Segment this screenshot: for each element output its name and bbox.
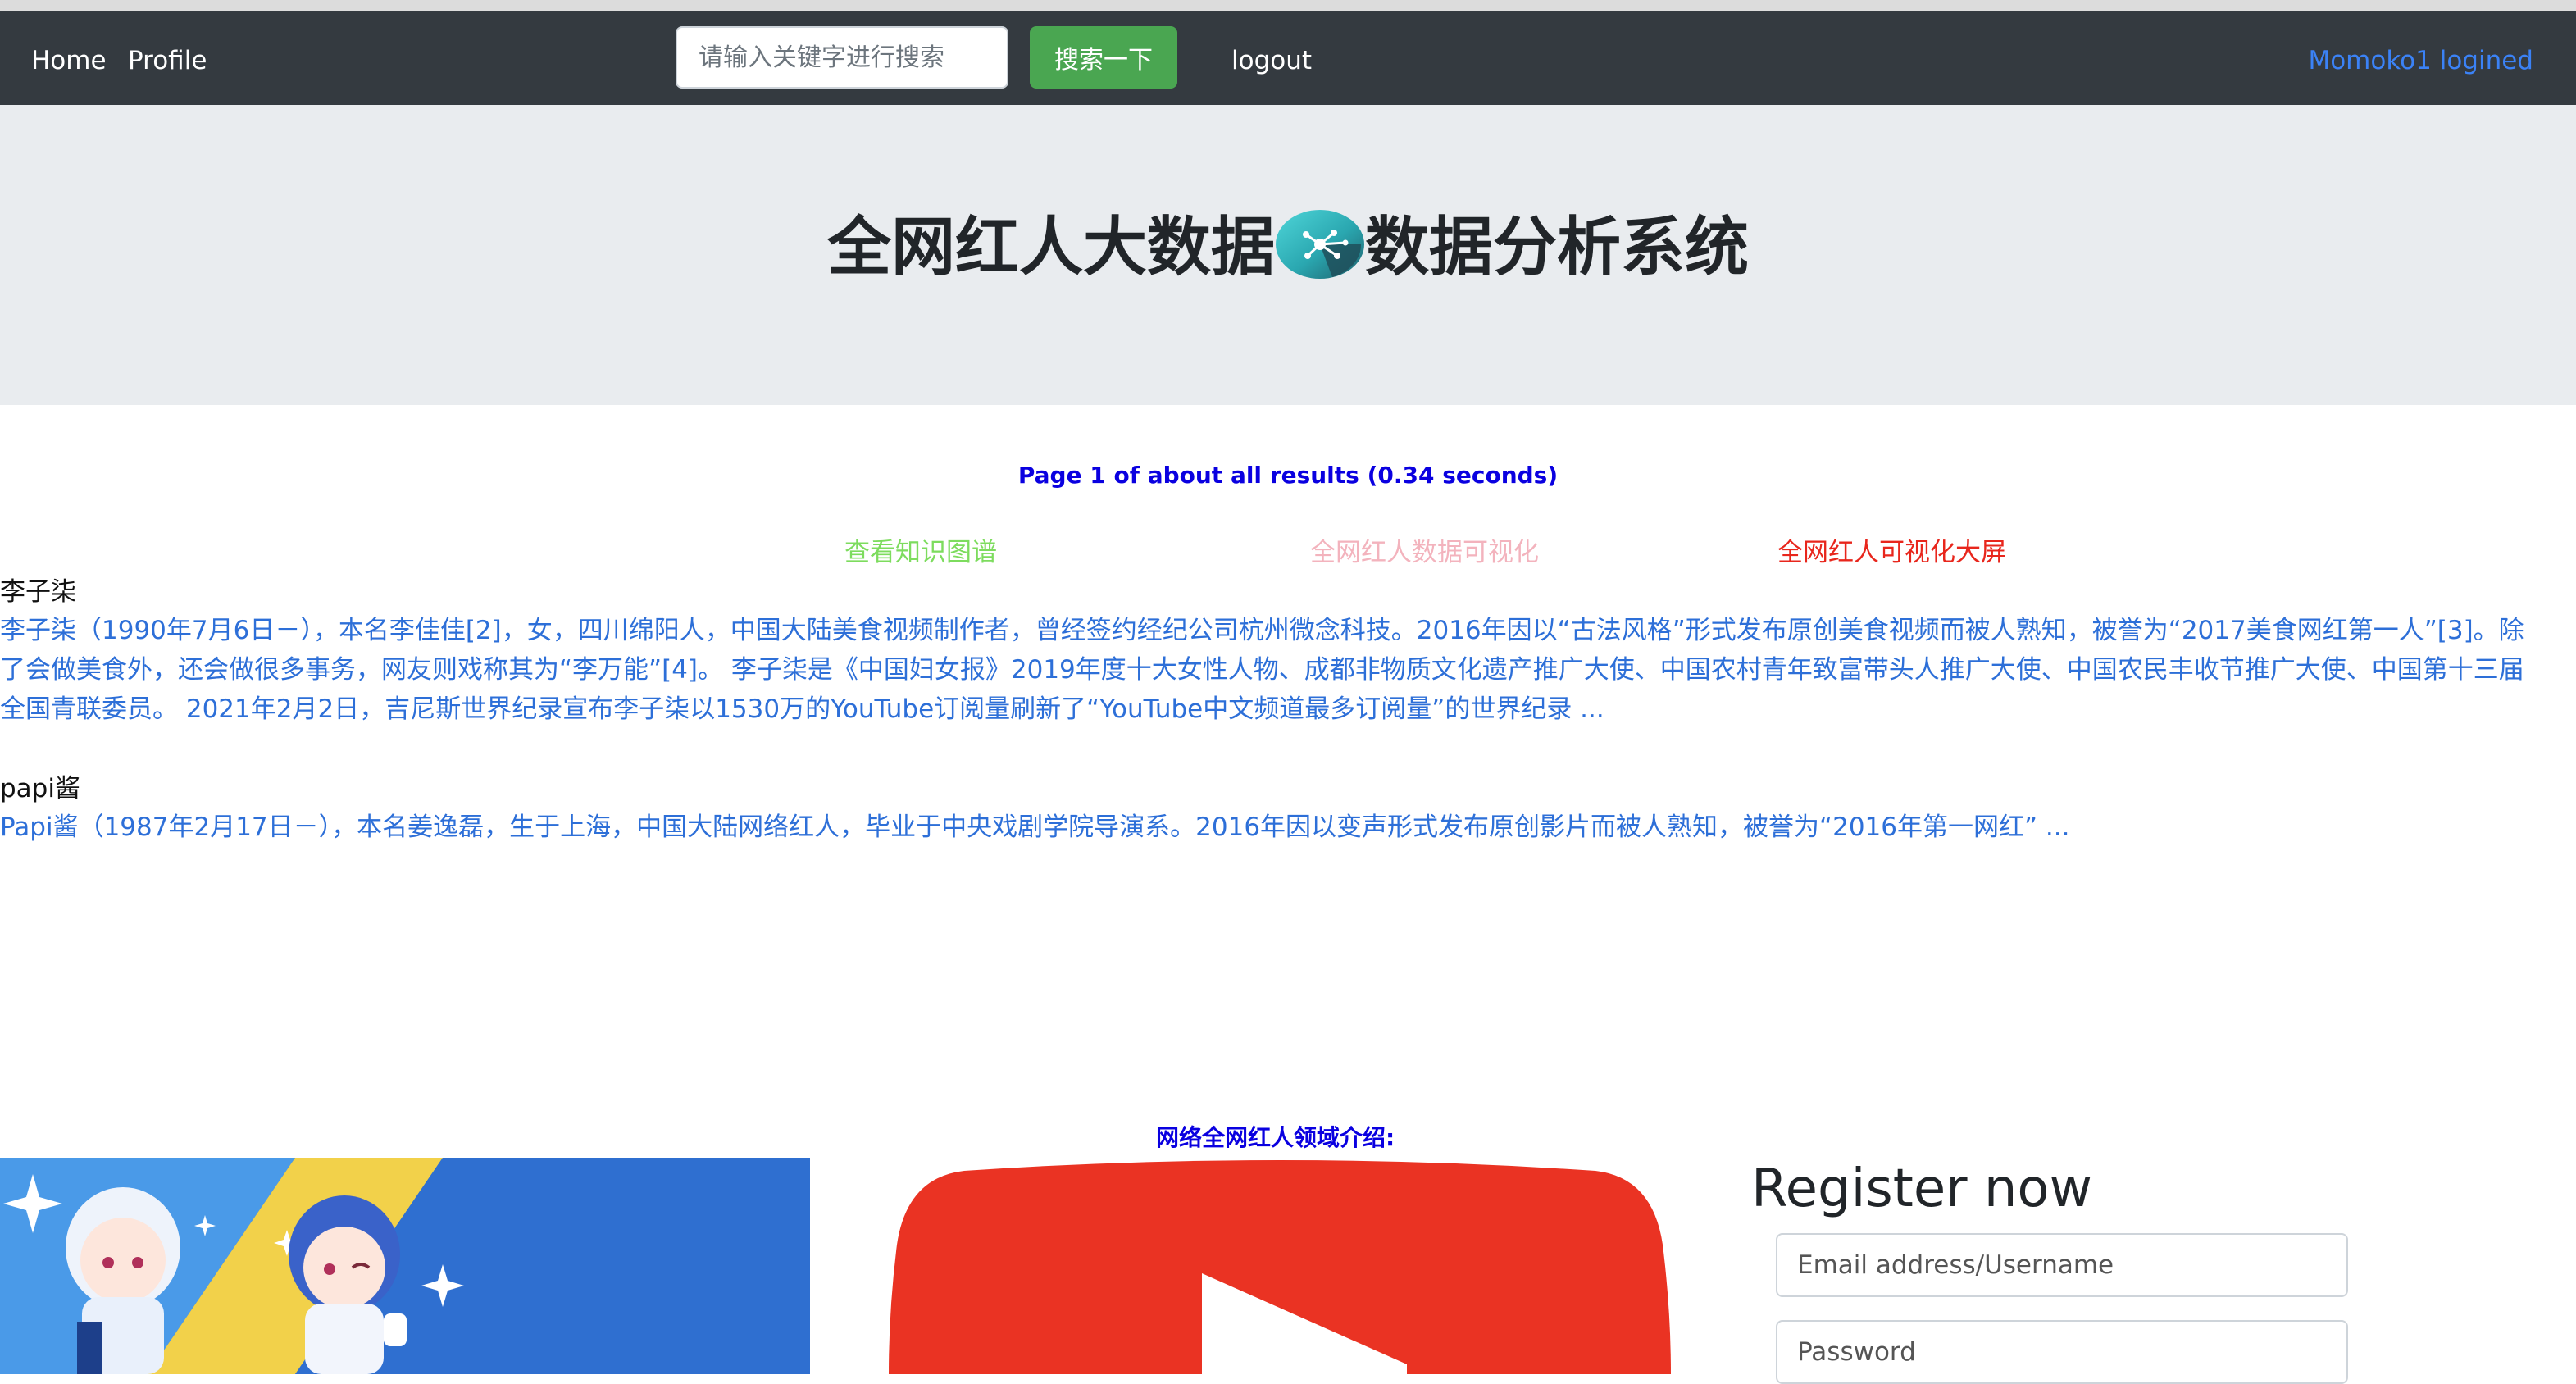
snippet-line: 全国青联委员。 2021年2月2日，吉尼斯世界纪录宣布李子柒以1530万的You… — [0, 694, 1604, 724]
anime-banner-image — [0, 1158, 810, 1374]
knowledge-graph-link[interactable]: 查看知识图谱 — [844, 535, 997, 571]
result-snippet[interactable]: Papi酱（1987年2月17日－），本名姜逸磊，生于上海，中国大陆网络红人，毕… — [0, 808, 2574, 847]
user-status-link[interactable]: Momoko1 logined — [2308, 44, 2533, 77]
video-section-caption: 网络全网红人领域介绍: — [1156, 1124, 1395, 1151]
logout-link[interactable]: logout — [1231, 44, 1312, 77]
search-button[interactable]: 搜索一下 — [1030, 26, 1177, 89]
password-field[interactable] — [1776, 1320, 2348, 1384]
email-username-field[interactable] — [1776, 1233, 2348, 1297]
page-title: 全网红人大数据 数据分析系统 — [0, 205, 2576, 287]
results-stats: Page 1 of about all results (0.34 second… — [1017, 462, 1559, 489]
result-title[interactable]: 李子柒 — [0, 574, 76, 610]
search-input[interactable] — [676, 26, 1008, 89]
result-title[interactable]: papi酱 — [0, 771, 80, 807]
nav-home-link[interactable]: Home — [31, 44, 107, 77]
youtube-play-icon[interactable] — [874, 1154, 1686, 1374]
page-title-right: 数据分析系统 — [1365, 211, 1750, 285]
visualization-link[interactable]: 全网红人数据可视化 — [1310, 535, 1539, 571]
snippet-line: Papi酱（1987年2月17日－），本名姜逸磊，生于上海，中国大陆网络红人，毕… — [0, 813, 2070, 842]
browser-top-strip — [0, 0, 2576, 11]
snippet-line: 了会做美食外，还会做很多事务，网友则戏称其为“李万能”[4]。 李子柒是《中国妇… — [0, 655, 2524, 685]
big-screen-link[interactable]: 全网红人可视化大屏 — [1777, 535, 2006, 571]
snippet-line: 李子柒（1990年7月6日－），本名李佳佳[2]，女，四川绵阳人，中国大陆美食视… — [0, 616, 2524, 645]
register-title: Register now — [1751, 1159, 2092, 1219]
hero-jumbotron: 全网红人大数据 数据分析系统 — [0, 105, 2576, 405]
navbar: Home Profile 搜索一下 logout Momoko1 logined — [0, 11, 2576, 105]
page-title-left: 全网红人大数据 — [826, 211, 1275, 285]
result-snippet[interactable]: 李子柒（1990年7月6日－），本名李佳佳[2]，女，四川绵阳人，中国大陆美食视… — [0, 611, 2574, 729]
nav-profile-link[interactable]: Profile — [128, 44, 207, 77]
network-graph-icon — [1275, 205, 1365, 284]
